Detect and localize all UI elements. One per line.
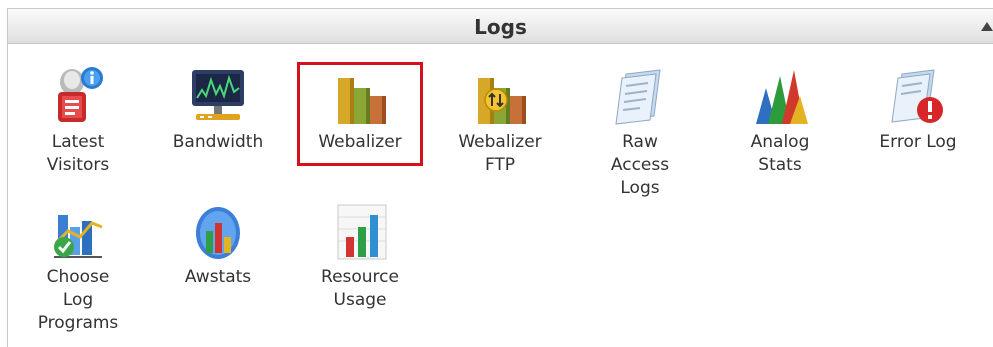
- webalizer-highlight-frame: [297, 62, 423, 166]
- bandwidth-icon: [192, 70, 244, 120]
- resource-usage-icon: [337, 204, 387, 260]
- item-label: Raw Access Logs: [610, 132, 670, 198]
- item-label: Resource Usage: [321, 267, 399, 310]
- item-label: Error Log: [879, 132, 957, 152]
- analog-stats-icon: [756, 70, 808, 124]
- item-label: Bandwidth: [172, 132, 264, 152]
- awstats-icon: [196, 207, 240, 259]
- item-label: Analog Stats: [750, 132, 810, 175]
- resource-usage-link[interactable]: Resource Usage: [297, 201, 423, 312]
- item-label: Awstats: [184, 267, 252, 287]
- raw-access-logs-link[interactable]: Raw Access Logs: [577, 66, 703, 200]
- item-label: Choose Log Programs: [37, 267, 119, 333]
- latest-visitors-link[interactable]: Latest Visitors: [15, 66, 141, 177]
- error-log-icon: [891, 69, 943, 123]
- latest-visitors-icon: [58, 67, 103, 122]
- choose-log-programs-link[interactable]: Choose Log Programs: [15, 201, 141, 335]
- triangle-up-icon[interactable]: [981, 22, 993, 31]
- bandwidth-link[interactable]: Bandwidth: [155, 66, 281, 154]
- choose-log-programs-icon: [54, 215, 103, 258]
- panel-title: Logs: [474, 15, 527, 39]
- error-log-link[interactable]: Error Log: [855, 66, 981, 154]
- awstats-link[interactable]: Awstats: [155, 201, 281, 289]
- analog-stats-link[interactable]: Analog Stats: [717, 66, 843, 177]
- webalizer-ftp-link[interactable]: Webalizer FTP: [437, 66, 563, 177]
- item-label: Webalizer FTP: [458, 132, 542, 175]
- raw-access-logs-icon: [615, 69, 661, 125]
- item-label: Latest Visitors: [46, 132, 110, 175]
- webalizer-ftp-icon: [478, 78, 526, 124]
- logs-panel: Logs: [7, 8, 993, 347]
- panel-header[interactable]: Logs: [8, 9, 993, 44]
